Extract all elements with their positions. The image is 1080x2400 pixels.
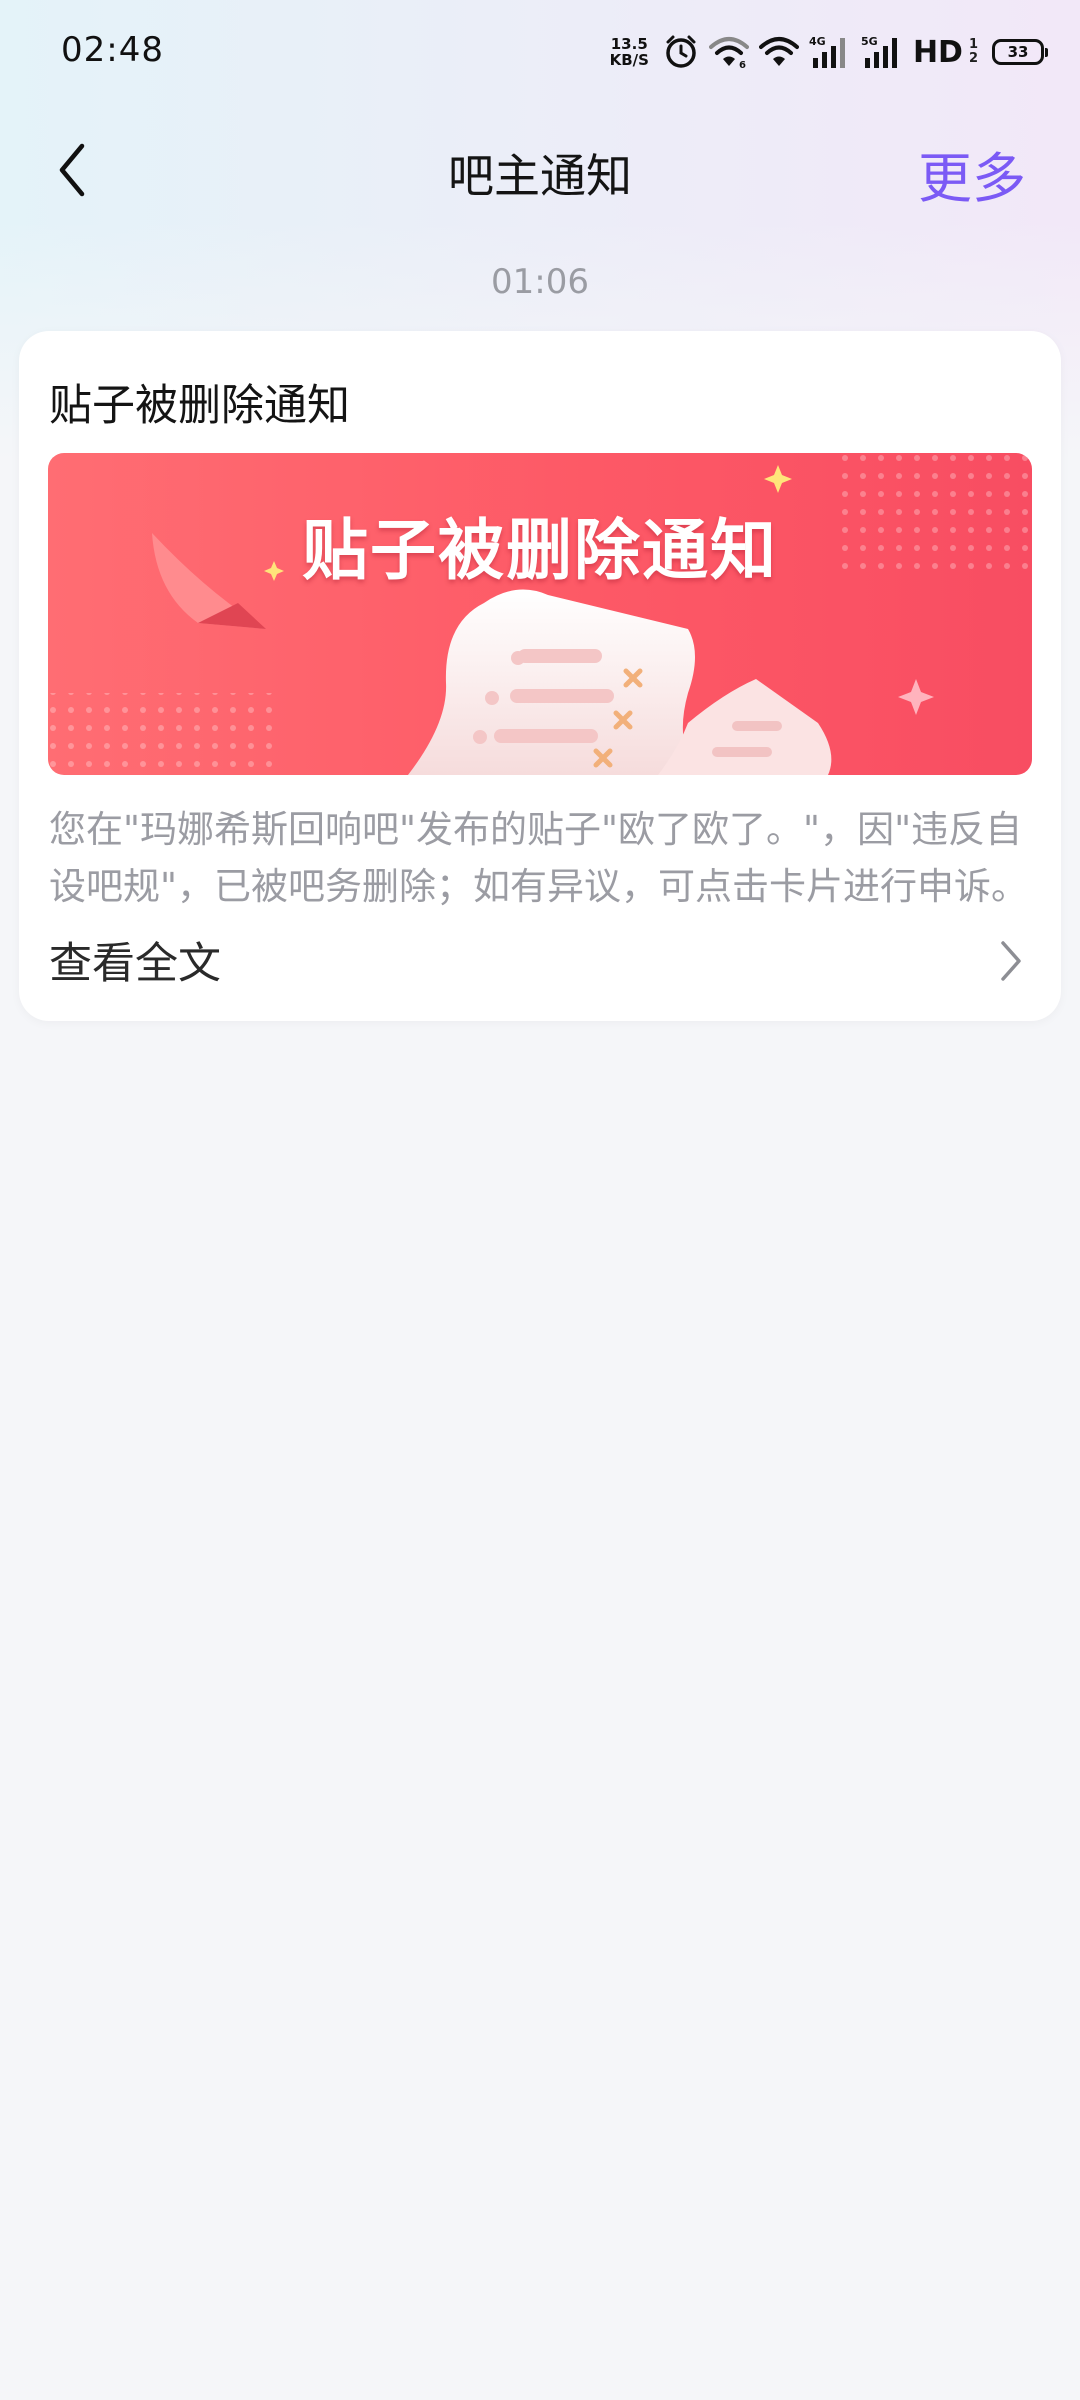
status-bar: 02:48 13.5 KB/S 6 4G 5G HD 1 2 33 (0, 0, 1080, 104)
notification-title: 贴子被删除通知 (49, 381, 350, 431)
banner-title: 贴子被删除通知 (302, 512, 778, 589)
status-time: 02:48 (61, 30, 164, 70)
hd-voice-label: HD (912, 34, 963, 70)
chevron-right-icon (1001, 941, 1021, 981)
svg-text:4G: 4G (809, 35, 826, 48)
battery-level: 33 (1007, 43, 1029, 61)
svg-text:6: 6 (739, 60, 746, 69)
alarm-icon (663, 34, 699, 70)
notification-body: 您在"玛娜希斯回响吧"发布的贴子"欧了欧了。"，因"违反自设吧规"，已被吧务删除… (49, 808, 1029, 908)
network-speed: 13.5 KB/S (610, 36, 649, 68)
notification-banner: 贴子被删除通知 (48, 453, 1032, 775)
wifi-6-icon: 6 (708, 35, 749, 69)
battery-icon: 33 (992, 39, 1048, 65)
wifi-icon (758, 35, 799, 69)
network-speed-value: 13.5 (610, 35, 648, 53)
message-timestamp: 01:06 (491, 262, 589, 302)
nav-bar: 吧主通知 更多 (0, 120, 1080, 220)
network-speed-unit: KB/S (609, 51, 649, 69)
more-button[interactable]: 更多 (918, 134, 1026, 213)
status-icons: 13.5 KB/S 6 4G 5G HD 1 2 33 (610, 28, 1048, 76)
hd-sub-top: 1 (968, 37, 978, 52)
signal-4g-icon: 4G (809, 34, 851, 70)
hd-sub-bottom: 2 (968, 51, 978, 66)
notification-card[interactable]: 贴子被删除通知 贴子被删除通知 您在"玛娜希斯回响吧"发布的贴子"欧了欧了。"，… (19, 331, 1061, 1021)
signal-5g-icon: 5G (861, 34, 903, 70)
view-full-label: 查看全文 (49, 939, 221, 989)
hd-voice-sub: 1 2 (969, 38, 978, 66)
svg-text:5G: 5G (861, 35, 878, 48)
view-full-button[interactable]: 查看全文 (19, 921, 1061, 1001)
